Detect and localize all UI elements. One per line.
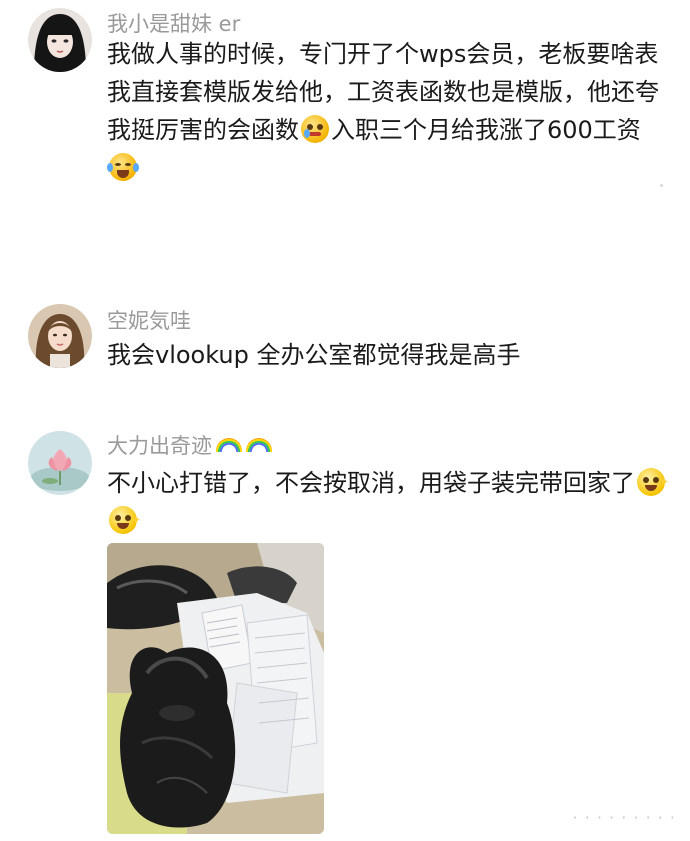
comment-text-part: 入职三个月给我涨了600工资 (331, 116, 641, 144)
laughing-tears-emoji (107, 153, 139, 181)
photo-of-black-bag-with-papers (107, 543, 324, 834)
username[interactable]: 大力出奇迹 (107, 430, 272, 460)
grinning-face-emoji: ✦ (637, 468, 669, 496)
comment-text: 我做人事的时候，专门开了个wps会员，老板要啥表我直接套模版发给他，工资表函数也… (107, 35, 667, 187)
username-text: 大力出奇迹 (107, 434, 212, 458)
comment-text-body: 不小心打错了，不会按取消，用袋子装完带回家了 (107, 469, 635, 497)
divider-dot (660, 184, 663, 187)
avatar-image (28, 304, 92, 368)
rainbow-emoji (216, 438, 242, 452)
avatar[interactable] (28, 304, 92, 368)
avatar[interactable] (28, 8, 92, 72)
rainbow-emoji (246, 438, 272, 452)
dizzy-face-emoji (301, 115, 329, 143)
avatar-image (28, 431, 92, 495)
watermark-dots: · · · · · · · · · (572, 808, 676, 827)
comment-text: 我会vlookup 全办公室都觉得我是高手 (107, 341, 521, 369)
avatar[interactable] (28, 431, 92, 495)
comment-text: 不小心打错了，不会按取消，用袋子装完带回家了 ✦ ✦ (107, 464, 669, 540)
username[interactable]: 我小是甜妹 er (107, 8, 240, 38)
grinning-face-emoji: ✦ (109, 506, 141, 534)
username[interactable]: 空妮気哇 (107, 305, 191, 335)
avatar-image (28, 8, 92, 72)
comment-photo[interactable] (107, 543, 324, 834)
